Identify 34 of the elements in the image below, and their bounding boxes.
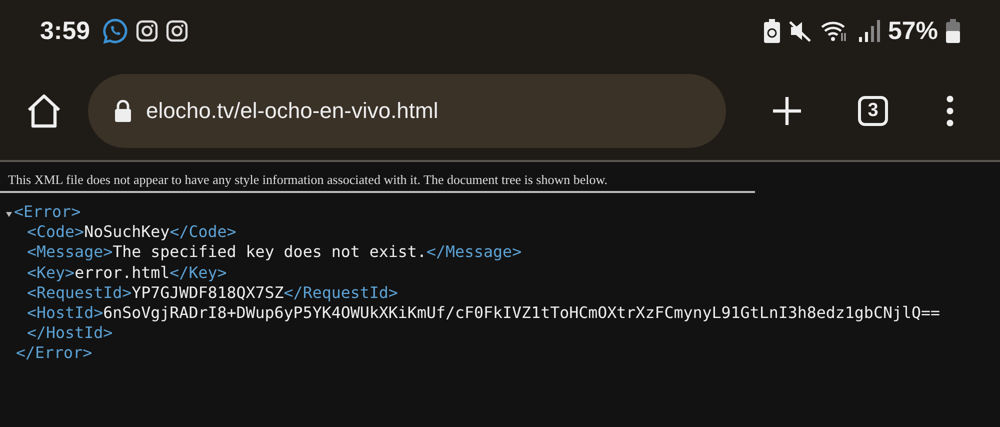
- collapse-toggle-icon[interactable]: [6, 212, 12, 218]
- xml-tag: </Code>: [170, 222, 236, 242]
- url-text: elocho.tv/el-ocho-en-vivo.html: [146, 98, 438, 124]
- xml-value: YP7GJWDF818QX7SZ: [132, 282, 284, 304]
- xml-tag: <Code>: [27, 222, 84, 242]
- signal-icon: [858, 19, 880, 43]
- menu-button[interactable]: [946, 95, 954, 127]
- address-bar[interactable]: elocho.tv/el-ocho-en-vivo.html: [88, 74, 726, 148]
- xml-tag: <Message>: [27, 242, 113, 263]
- status-time: 3:59: [40, 16, 90, 46]
- chat-bubble-icon: [102, 18, 128, 44]
- battery-icon: [946, 19, 960, 43]
- xml-value: The specified key does not exist.: [112, 242, 426, 263]
- xml-notice: This XML file does not appear to have any style information associated with it. The document tree is shown below.: [0, 170, 755, 193]
- xml-tag: </Key>: [170, 262, 227, 283]
- lock-icon: [114, 100, 132, 122]
- battery-percent: 57%: [888, 16, 938, 46]
- xml-value: error.html: [74, 262, 170, 283]
- new-tab-button[interactable]: [770, 94, 804, 128]
- xml-tag: <RequestId>: [27, 282, 132, 304]
- xml-value: NoSuchKey: [84, 222, 170, 242]
- xml-tag: </Error>: [16, 343, 92, 364]
- xml-tag: </HostId>: [27, 323, 113, 344]
- xml-tag: <HostId>: [27, 303, 104, 324]
- xml-tag: <Error>: [14, 202, 81, 222]
- mute-icon: [788, 19, 812, 43]
- camera-icon: [136, 20, 158, 42]
- xml-tag: </Message>: [426, 242, 522, 263]
- tab-count-button[interactable]: 3: [858, 96, 888, 126]
- xml-tag: <Key>: [27, 262, 75, 283]
- camera-icon: [166, 20, 188, 42]
- xml-tag: </RequestId>: [284, 282, 398, 304]
- xml-value: 6nSoVgjRADrI8+DWup6yP5YK4OWUkXKiKmUf/cF0FkIVZ1tToHCmOXtrXzFCmynyL91GtLnI3h8edz1gbCNjlQ==: [103, 303, 940, 324]
- battery-saver-icon: [764, 19, 780, 43]
